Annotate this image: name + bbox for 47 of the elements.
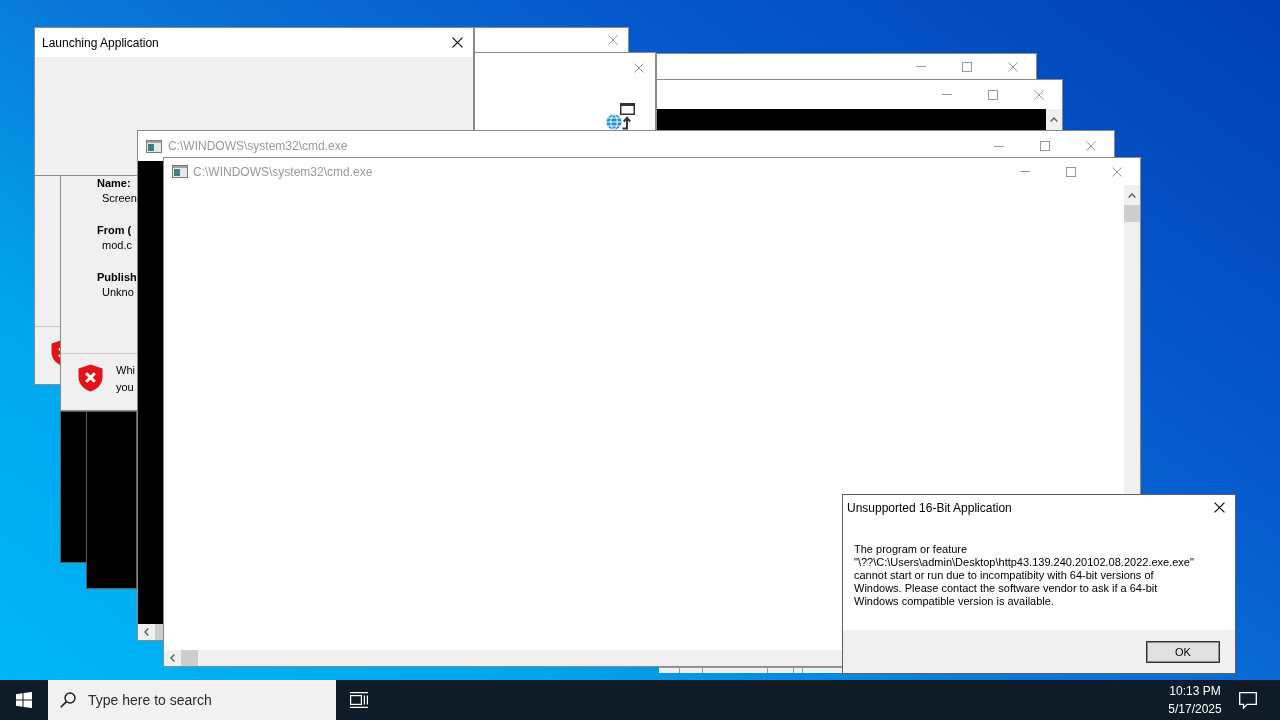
close-icon xyxy=(634,62,644,73)
window-title: Unsupported 16-Bit Application xyxy=(847,500,1012,515)
message-text: The program or feature "\??\C:\Users\admin\Desktop\http43.139.240.20102.08.2022.exe.exe" cannot start or run due to incompatibity with 64-bit versions of Windows. Please contact the software vendor to ask if a 64-bit Windows compatible version is available. xyxy=(854,543,1195,608)
shield-icon xyxy=(78,364,103,392)
maximize-icon xyxy=(962,61,972,72)
window-title: Launching Application xyxy=(42,35,159,50)
minimize-icon xyxy=(994,145,1004,147)
notification-icon xyxy=(1238,691,1257,709)
maximize-icon xyxy=(1066,166,1076,177)
chevron-left-icon xyxy=(170,654,175,662)
field-label: Publish xyxy=(97,270,137,285)
chevron-left-icon xyxy=(144,628,149,636)
minimize-icon xyxy=(1020,171,1030,172)
dialog-button[interactable]: OK xyxy=(1146,641,1220,663)
console-icon xyxy=(146,139,162,153)
window-title: C:\WINDOWS\system32\cmd.exe xyxy=(193,164,373,179)
close-icon xyxy=(1008,61,1018,72)
horizontal-scrollbar[interactable] xyxy=(138,624,164,640)
scrollbar-thumb[interactable] xyxy=(181,650,198,666)
chevron-up-icon xyxy=(1050,116,1058,122)
window-title: C:\WINDOWS\system32\cmd.exe xyxy=(168,139,348,153)
close-icon xyxy=(1086,141,1096,151)
field-value: Screen xyxy=(102,191,137,206)
chevron-up-icon xyxy=(1128,192,1136,198)
vertical-scrollbar[interactable] xyxy=(1124,185,1140,495)
maximize-icon xyxy=(988,89,998,100)
field-label: From ( xyxy=(97,223,132,238)
close-icon xyxy=(608,35,618,45)
search-icon xyxy=(60,692,76,708)
clock-button[interactable]: 10:13 PM 5/17/2025 xyxy=(1165,680,1225,720)
maximize-icon xyxy=(1040,141,1050,151)
close-icon xyxy=(1034,89,1044,100)
close-icon xyxy=(1112,166,1122,177)
minimize-icon xyxy=(916,66,926,67)
windows-logo-icon xyxy=(16,692,32,708)
console-icon xyxy=(172,165,188,178)
close-icon xyxy=(1213,502,1225,513)
scrollbar-thumb[interactable] xyxy=(1124,205,1140,222)
field-value: mod.c xyxy=(102,238,132,253)
close-icon xyxy=(451,37,463,48)
field-label: Name: xyxy=(97,176,131,191)
vertical-scrollbar[interactable] xyxy=(1046,109,1062,130)
warning-text: Whi you xyxy=(116,363,135,395)
field-value: Unkno xyxy=(102,285,134,300)
task-view-icon xyxy=(349,692,369,708)
horizontal-scrollbar[interactable] xyxy=(164,650,842,666)
minimize-icon xyxy=(942,94,952,95)
